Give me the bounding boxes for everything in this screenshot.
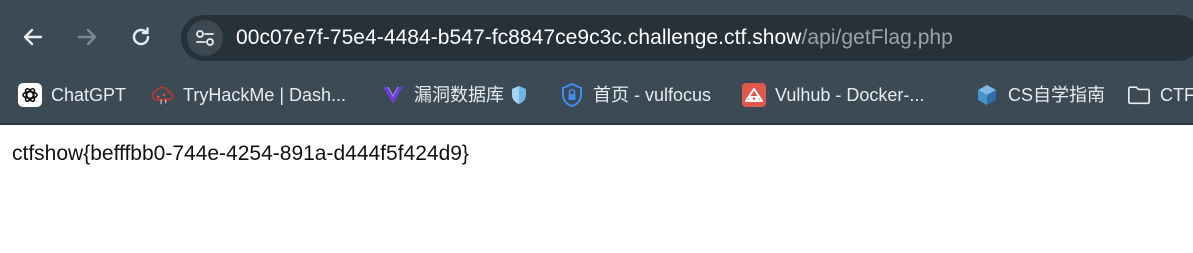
tune-icon bbox=[196, 30, 214, 46]
shield-lock-icon bbox=[560, 82, 584, 107]
bookmark-label: Vulhub - Docker-... bbox=[775, 84, 925, 105]
page-content: ctfshow{befffbb0-744e-4254-891a-d444f5f4… bbox=[0, 125, 1193, 253]
arrow-right-icon bbox=[77, 28, 97, 46]
site-info-button[interactable] bbox=[187, 20, 223, 56]
cube-icon bbox=[975, 83, 999, 107]
bookmark-label: ChatGPT bbox=[51, 84, 127, 105]
bookmark-vuln-db[interactable]: 漏洞数据库 bbox=[381, 76, 528, 113]
url-host: 00c07e7f-75e4-4484-b547-fc8847ce9c3c.cha… bbox=[236, 26, 802, 49]
arrow-left-icon bbox=[23, 28, 43, 46]
forward-button[interactable] bbox=[68, 18, 106, 56]
back-button[interactable] bbox=[14, 18, 52, 56]
vulhub-logo-icon bbox=[742, 82, 766, 107]
bookmark-label: 首页 - vulfocus bbox=[593, 84, 712, 105]
url-text[interactable]: 00c07e7f-75e4-4484-b547-fc8847ce9c3c.cha… bbox=[236, 26, 953, 50]
bookmark-cs-guide[interactable]: CS自学指南 bbox=[975, 76, 1105, 113]
bookmark-chatgpt[interactable]: ChatGPT bbox=[18, 76, 126, 113]
reload-button[interactable] bbox=[122, 18, 160, 56]
browser-chrome: 00c07e7f-75e4-4484-b547-fc8847ce9c3c.cha… bbox=[0, 0, 1193, 125]
toolbar: 00c07e7f-75e4-4484-b547-fc8847ce9c3c.cha… bbox=[0, 0, 1193, 76]
bookmark-label: CTF bbox=[1160, 84, 1193, 105]
shield-icon bbox=[510, 83, 528, 107]
cloud-hacker-icon bbox=[150, 83, 174, 107]
bookmark-vulhub[interactable]: Vulhub - Docker-... bbox=[742, 76, 924, 113]
bookmark-label: TryHackMe | Dash... bbox=[183, 84, 347, 105]
v-logo-icon bbox=[381, 83, 405, 107]
reload-icon bbox=[132, 27, 150, 46]
folder-icon bbox=[1127, 83, 1151, 107]
bookmarks-bar: ChatGPT TryHackMe | Dash... 漏洞数据库 首页 - v… bbox=[0, 76, 1193, 113]
url-path: /api/getFlag.php bbox=[801, 26, 953, 49]
bookmark-tryhackme[interactable]: TryHackMe | Dash... bbox=[150, 76, 346, 113]
address-bar[interactable]: 00c07e7f-75e4-4484-b547-fc8847ce9c3c.cha… bbox=[181, 15, 1193, 61]
bookmark-label: CS自学指南 bbox=[1008, 84, 1106, 105]
bookmark-label: 漏洞数据库 bbox=[414, 84, 504, 105]
chatgpt-logo-icon bbox=[18, 82, 42, 107]
flag-text: ctfshow{befffbb0-744e-4254-891a-d444f5f4… bbox=[12, 142, 469, 165]
bookmark-folder-ctf[interactable]: CTF bbox=[1127, 76, 1193, 113]
bookmark-vulfocus[interactable]: 首页 - vulfocus bbox=[560, 76, 711, 113]
